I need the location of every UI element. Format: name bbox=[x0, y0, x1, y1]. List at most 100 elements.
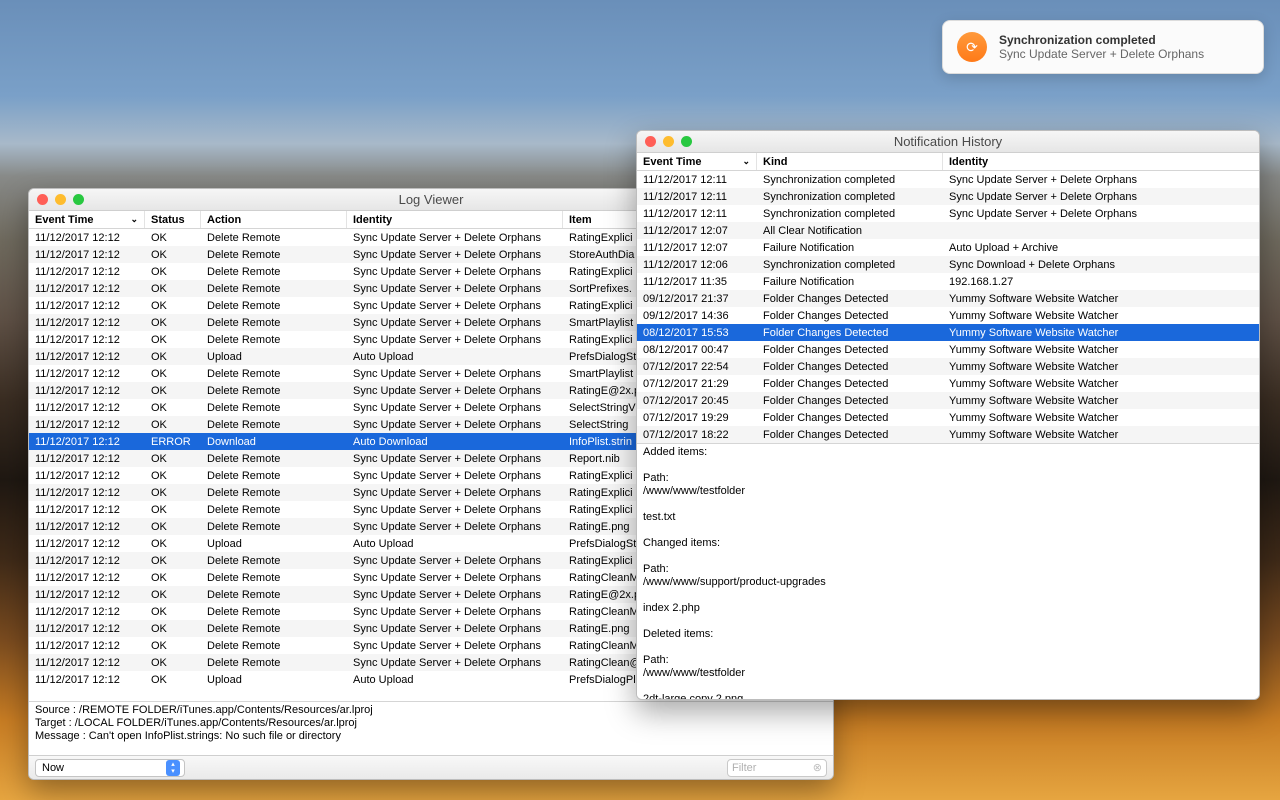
cell-kind: Failure Notification bbox=[757, 242, 943, 254]
cell-action: Upload bbox=[201, 674, 347, 686]
cell-action: Delete Remote bbox=[201, 419, 347, 431]
table-row[interactable]: 11/12/2017 12:11Synchronization complete… bbox=[637, 205, 1259, 222]
column-label: Identity bbox=[353, 214, 392, 226]
column-label: Action bbox=[207, 214, 241, 226]
clear-icon[interactable]: ⊗ bbox=[813, 761, 822, 774]
cell-kind: Folder Changes Detected bbox=[757, 412, 943, 424]
detail-line: Path: bbox=[643, 652, 1253, 665]
cell-status: OK bbox=[145, 657, 201, 669]
column-event-time[interactable]: Event Time ⌄ bbox=[637, 153, 757, 170]
cell-identity: Sync Update Server + Delete Orphans bbox=[347, 402, 563, 414]
cell-action: Delete Remote bbox=[201, 402, 347, 414]
cell-time: 11/12/2017 12:12 bbox=[29, 334, 145, 346]
cell-identity: Sync Update Server + Delete Orphans bbox=[347, 453, 563, 465]
table-row[interactable]: 08/12/2017 15:53Folder Changes DetectedY… bbox=[637, 324, 1259, 341]
cell-identity: Yummy Software Website Watcher bbox=[943, 310, 1259, 322]
cell-identity: Auto Upload bbox=[347, 351, 563, 363]
detail-line: index 2.php bbox=[643, 600, 1253, 613]
cell-time: 11/12/2017 12:12 bbox=[29, 657, 145, 669]
table-row[interactable]: 11/12/2017 12:06Synchronization complete… bbox=[637, 256, 1259, 273]
cell-action: Delete Remote bbox=[201, 572, 347, 584]
cell-time: 11/12/2017 12:12 bbox=[29, 385, 145, 397]
cell-identity: Sync Update Server + Delete Orphans bbox=[347, 334, 563, 346]
cell-status: OK bbox=[145, 419, 201, 431]
cell-action: Upload bbox=[201, 351, 347, 363]
cell-time: 11/12/2017 12:12 bbox=[29, 572, 145, 584]
cell-identity: Sync Update Server + Delete Orphans bbox=[943, 191, 1259, 203]
notification-history-window: Notification History Event Time ⌄ Kind I… bbox=[636, 130, 1260, 700]
table-row[interactable]: 09/12/2017 21:37Folder Changes DetectedY… bbox=[637, 290, 1259, 307]
cell-action: Delete Remote bbox=[201, 470, 347, 482]
filter-placeholder: Filter bbox=[732, 762, 756, 774]
cell-identity: Sync Update Server + Delete Orphans bbox=[347, 300, 563, 312]
cell-time: 11/12/2017 12:12 bbox=[29, 368, 145, 380]
window-title: Notification History bbox=[637, 134, 1259, 149]
cell-time: 11/12/2017 12:12 bbox=[29, 249, 145, 261]
cell-kind: Folder Changes Detected bbox=[757, 361, 943, 373]
zoom-icon[interactable] bbox=[73, 194, 84, 205]
cell-kind: Folder Changes Detected bbox=[757, 344, 943, 356]
cell-time: 11/12/2017 12:12 bbox=[29, 487, 145, 499]
table-row[interactable]: 07/12/2017 18:22Folder Changes DetectedY… bbox=[637, 426, 1259, 443]
table-row[interactable]: 07/12/2017 19:29Folder Changes DetectedY… bbox=[637, 409, 1259, 426]
titlebar[interactable]: Notification History bbox=[637, 131, 1259, 153]
table-row[interactable]: 11/12/2017 12:07All Clear Notification bbox=[637, 222, 1259, 239]
cell-time: 11/12/2017 12:12 bbox=[29, 504, 145, 516]
cell-time: 11/12/2017 12:12 bbox=[29, 453, 145, 465]
close-icon[interactable] bbox=[37, 194, 48, 205]
detail-line bbox=[643, 457, 1253, 470]
column-identity[interactable]: Identity bbox=[347, 211, 563, 228]
column-action[interactable]: Action bbox=[201, 211, 347, 228]
cell-kind: Folder Changes Detected bbox=[757, 429, 943, 441]
column-event-time[interactable]: Event Time ⌄ bbox=[29, 211, 145, 228]
minimize-icon[interactable] bbox=[55, 194, 66, 205]
cell-identity: Sync Update Server + Delete Orphans bbox=[347, 487, 563, 499]
column-status[interactable]: Status bbox=[145, 211, 201, 228]
minimize-icon[interactable] bbox=[663, 136, 674, 147]
detail-line: Changed items: bbox=[643, 535, 1253, 548]
column-kind[interactable]: Kind bbox=[757, 153, 943, 170]
cell-time: 11/12/2017 12:12 bbox=[29, 674, 145, 686]
cell-identity: Yummy Software Website Watcher bbox=[943, 378, 1259, 390]
table-row[interactable]: 07/12/2017 20:45Folder Changes DetectedY… bbox=[637, 392, 1259, 409]
cell-identity: Sync Update Server + Delete Orphans bbox=[347, 249, 563, 261]
cell-action: Delete Remote bbox=[201, 283, 347, 295]
table-row[interactable]: 11/12/2017 12:11Synchronization complete… bbox=[637, 171, 1259, 188]
notification-toast[interactable]: ⟳ Synchronization completed Sync Update … bbox=[942, 20, 1264, 74]
cell-time: 08/12/2017 15:53 bbox=[637, 327, 757, 339]
cell-action: Delete Remote bbox=[201, 368, 347, 380]
cell-time: 11/12/2017 11:35 bbox=[637, 276, 757, 288]
cell-identity: Auto Upload bbox=[347, 674, 563, 686]
cell-time: 11/12/2017 12:12 bbox=[29, 283, 145, 295]
cell-kind: Synchronization completed bbox=[757, 259, 943, 271]
zoom-icon[interactable] bbox=[681, 136, 692, 147]
cell-identity: Sync Update Server + Delete Orphans bbox=[347, 504, 563, 516]
notif-table-header: Event Time ⌄ Kind Identity bbox=[637, 153, 1259, 171]
table-row[interactable]: 11/12/2017 11:35Failure Notification192.… bbox=[637, 273, 1259, 290]
cell-identity: Yummy Software Website Watcher bbox=[943, 429, 1259, 441]
table-row[interactable]: 11/12/2017 12:11Synchronization complete… bbox=[637, 188, 1259, 205]
cell-identity: Sync Update Server + Delete Orphans bbox=[347, 419, 563, 431]
column-identity[interactable]: Identity bbox=[943, 153, 1259, 170]
table-row[interactable]: 11/12/2017 12:07Failure NotificationAuto… bbox=[637, 239, 1259, 256]
cell-time: 11/12/2017 12:12 bbox=[29, 640, 145, 652]
cell-action: Delete Remote bbox=[201, 385, 347, 397]
table-row[interactable]: 08/12/2017 00:47Folder Changes DetectedY… bbox=[637, 341, 1259, 358]
cell-kind: Folder Changes Detected bbox=[757, 327, 943, 339]
table-row[interactable]: 07/12/2017 22:54Folder Changes DetectedY… bbox=[637, 358, 1259, 375]
cell-time: 07/12/2017 19:29 bbox=[637, 412, 757, 424]
cell-identity: Sync Update Server + Delete Orphans bbox=[347, 623, 563, 635]
close-icon[interactable] bbox=[645, 136, 656, 147]
cell-time: 11/12/2017 12:12 bbox=[29, 300, 145, 312]
cell-kind: All Clear Notification bbox=[757, 225, 943, 237]
detail-line bbox=[643, 522, 1253, 535]
filter-input[interactable]: Filter ⊗ bbox=[727, 759, 827, 777]
time-range-select[interactable]: Now ▴▾ bbox=[35, 759, 185, 777]
cell-time: 11/12/2017 12:07 bbox=[637, 242, 757, 254]
cell-identity: Yummy Software Website Watcher bbox=[943, 412, 1259, 424]
detail-line: /www/www/support/product-upgrades bbox=[643, 574, 1253, 587]
notif-table-body[interactable]: 11/12/2017 12:11Synchronization complete… bbox=[637, 171, 1259, 443]
table-row[interactable]: 07/12/2017 21:29Folder Changes DetectedY… bbox=[637, 375, 1259, 392]
detail-line: /www/www/testfolder bbox=[643, 483, 1253, 496]
table-row[interactable]: 09/12/2017 14:36Folder Changes DetectedY… bbox=[637, 307, 1259, 324]
